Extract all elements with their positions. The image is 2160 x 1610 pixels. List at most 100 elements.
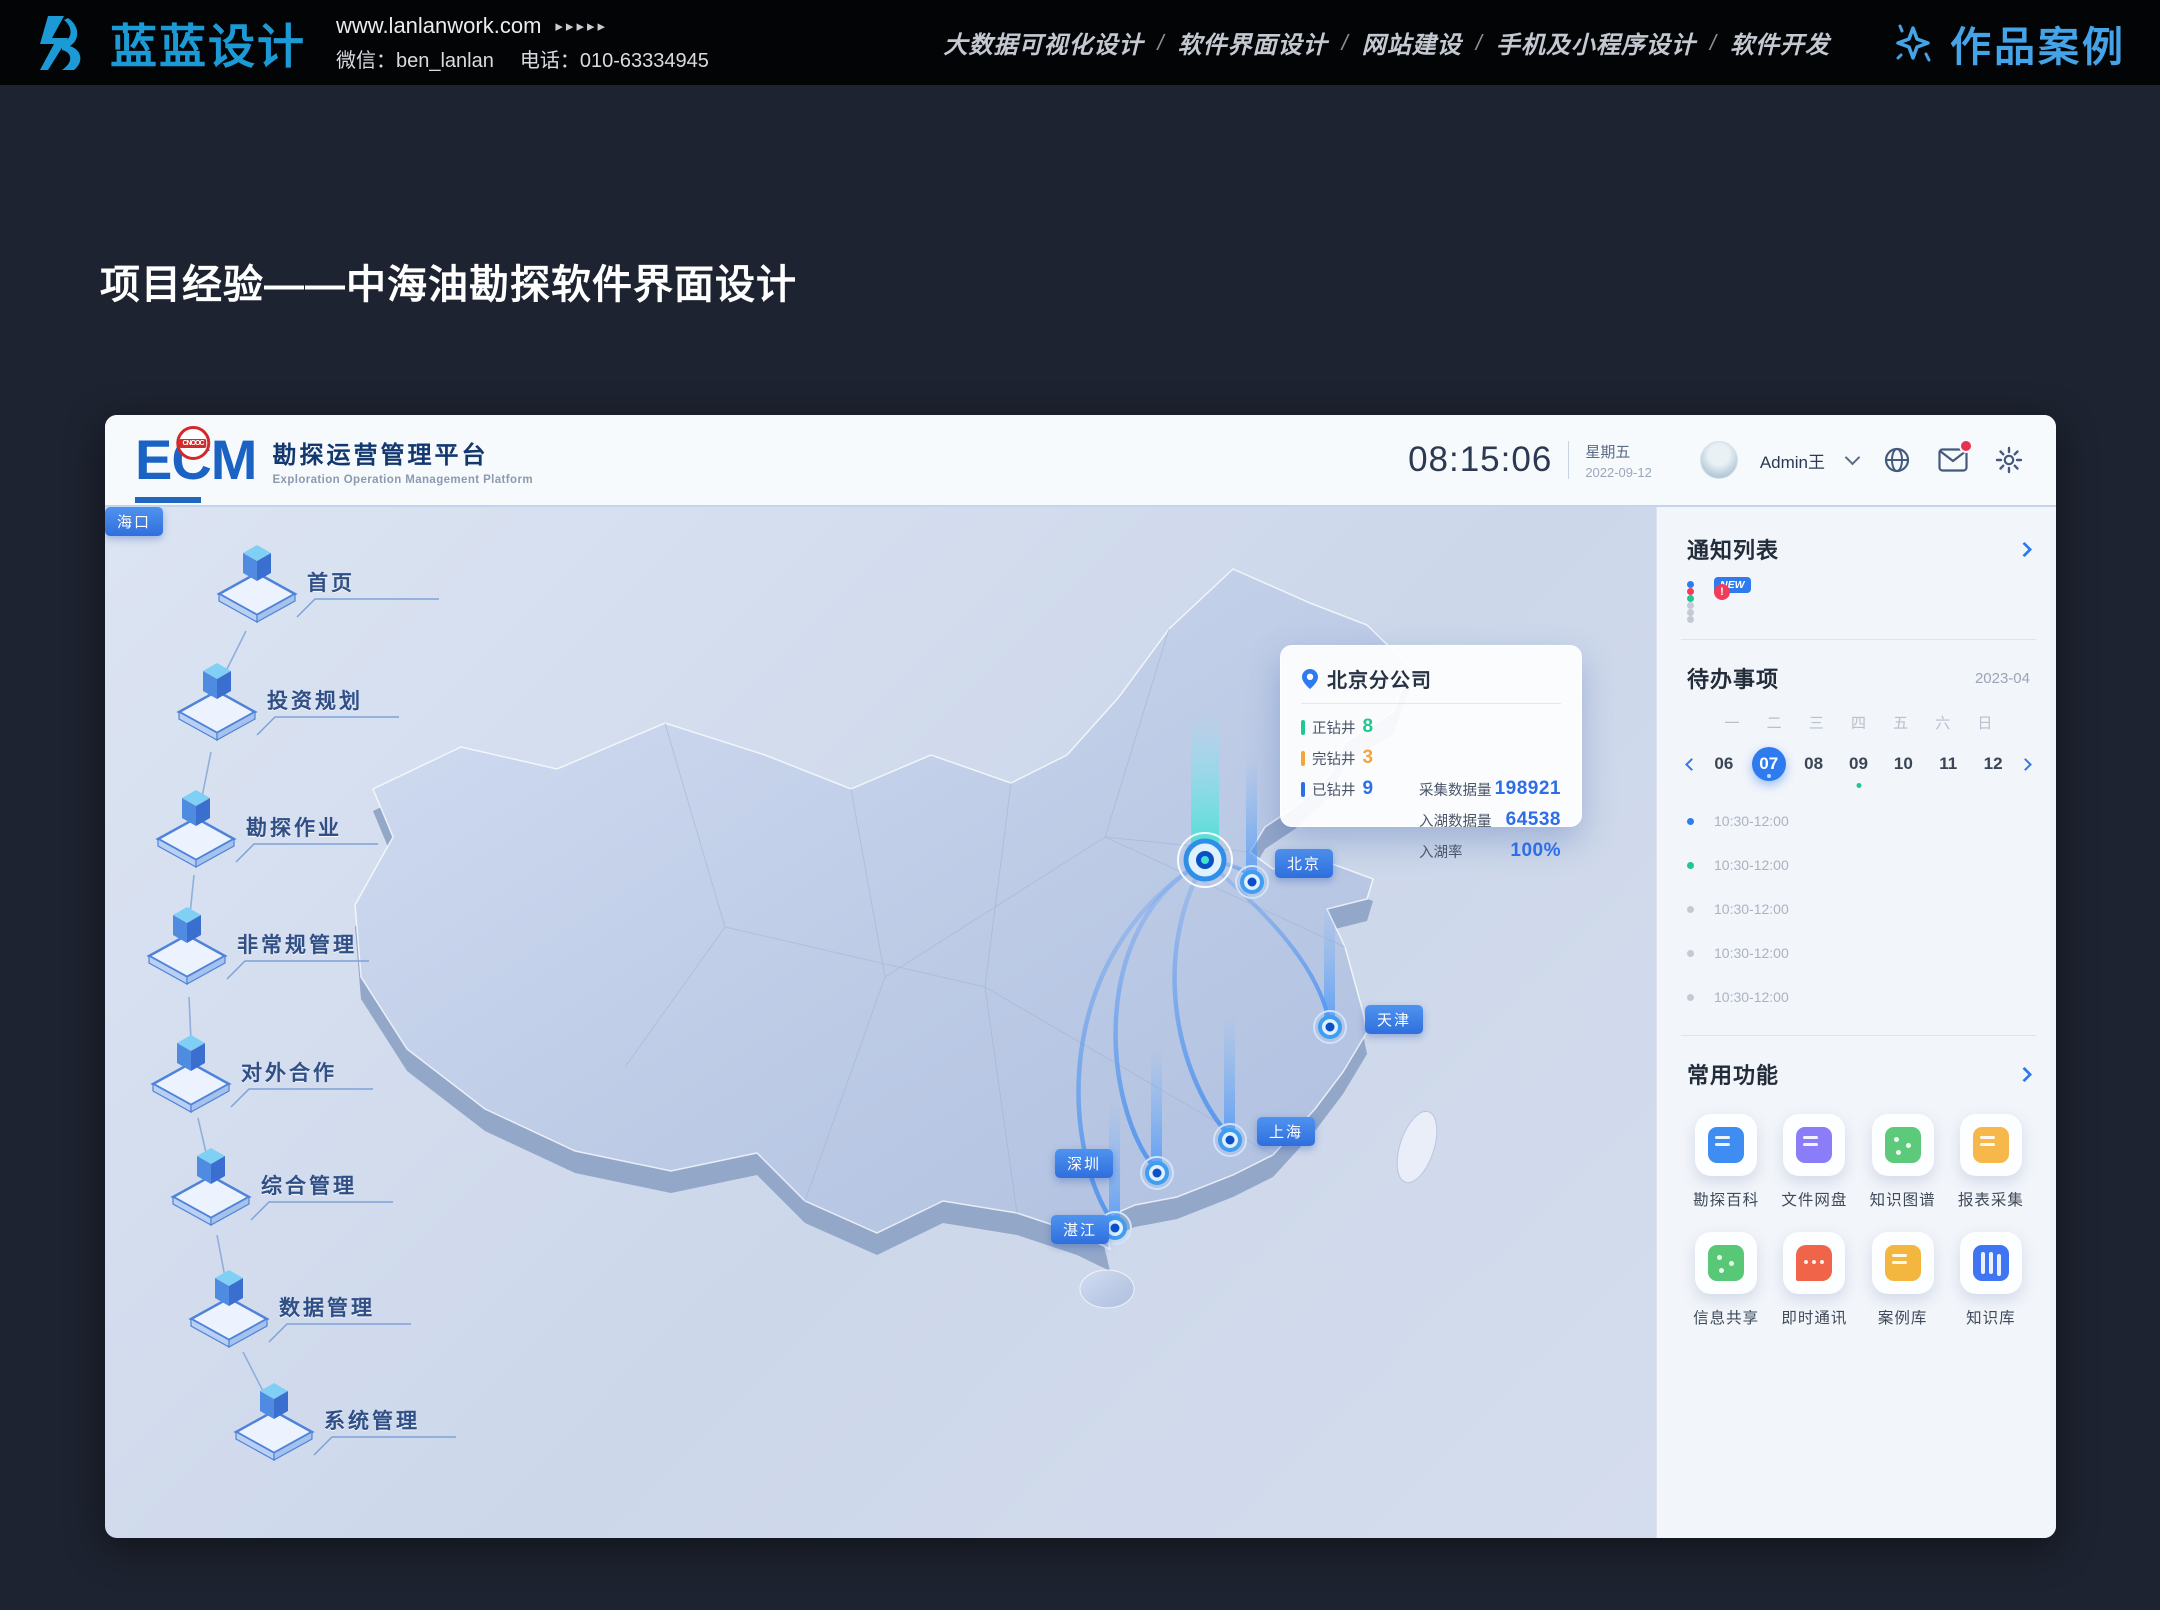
todo-time: 10:30-12:00 bbox=[1714, 989, 1789, 1005]
calendar-date[interactable]: 06 bbox=[1707, 747, 1741, 781]
nav-item[interactable]: 网站建设 bbox=[1362, 25, 1462, 60]
function-shortcut[interactable]: 勘探百科 bbox=[1687, 1114, 1765, 1210]
weekday-label: 二 bbox=[1757, 712, 1791, 733]
todo-item[interactable]: BZ-13-1-A7井测试地质设计决策会 10:30-12:00 bbox=[1687, 975, 1694, 1019]
todo-time: 10:30-12:00 bbox=[1714, 901, 1789, 917]
notification-item[interactable]: BZ-13-1-A7井测试地质设计决策会16日14点开始! bbox=[1687, 595, 1694, 602]
function-tile bbox=[1783, 1232, 1845, 1294]
sidebar-item[interactable]: 非常规管理 bbox=[143, 899, 357, 985]
weekday-label: 三 bbox=[1799, 712, 1833, 733]
user-avatar[interactable] bbox=[1700, 441, 1738, 479]
wechat-label: 微信：ben_lanlan bbox=[336, 44, 494, 73]
function-shortcut[interactable]: 信息共享 bbox=[1687, 1232, 1765, 1328]
mail-icon[interactable] bbox=[1936, 443, 1970, 477]
contact-block: www.lanlanwork.com ▸▸▸▸▸ 微信：ben_lanlan 电… bbox=[336, 13, 709, 73]
calendar-date[interactable]: 09 bbox=[1842, 747, 1876, 781]
sidebar-item[interactable]: 系统管理 bbox=[230, 1375, 420, 1461]
function-label: 知识库 bbox=[1966, 1306, 2016, 1328]
notifications-more-icon[interactable] bbox=[2017, 541, 2033, 557]
platform-3d-icon bbox=[213, 537, 301, 623]
todo-item[interactable]: BZ-13-1-A7井测试地质设计决策会 10:30-12:00 bbox=[1687, 931, 1694, 975]
function-tile bbox=[1695, 1114, 1757, 1176]
data-metric-label: 采集数据量 bbox=[1419, 779, 1492, 800]
label-connector bbox=[223, 953, 373, 983]
function-shortcut[interactable]: 报表采集 bbox=[1952, 1114, 2030, 1210]
well-stat-value: 8 bbox=[1363, 716, 1374, 738]
functions-more-icon[interactable] bbox=[2017, 1066, 2033, 1082]
data-metric-value: 198921 bbox=[1495, 778, 1561, 800]
logo-underline bbox=[135, 497, 201, 503]
calendar-next-icon[interactable] bbox=[2019, 758, 2032, 771]
page-title: 项目经验——中海油勘探软件界面设计 bbox=[100, 252, 797, 310]
label-connector bbox=[253, 709, 403, 739]
notification-item[interactable]: 通知：BZ-13-1-A7井测试地质设 bbox=[1687, 609, 1694, 616]
calendar-date[interactable]: 07 bbox=[1752, 747, 1786, 781]
platform-name-en: Exploration Operation Management Platfor… bbox=[272, 474, 533, 486]
function-app-icon bbox=[1885, 1127, 1921, 1163]
user-name[interactable]: Admin王 bbox=[1760, 448, 1825, 473]
nav-item[interactable]: 软件开发 bbox=[1730, 25, 1830, 60]
function-tile bbox=[1872, 1232, 1934, 1294]
function-shortcut[interactable]: 知识图谱 bbox=[1864, 1114, 1942, 1210]
todo-item[interactable]: BZ-13-1-A7井测试地质设计决策会 10:30-12:00 bbox=[1687, 887, 1694, 931]
todo-time: 10:30-12:00 bbox=[1714, 813, 1789, 829]
sidebar-item[interactable]: 综合管理 bbox=[167, 1140, 357, 1226]
clock: 08:15:06 星期五 2022-09-12 bbox=[1408, 440, 1652, 480]
todo-item[interactable]: BZ-13-1-A7井测试地质设计决策会... 10:30-12:00 bbox=[1687, 799, 1694, 843]
sidebar-item[interactable]: 首页 bbox=[213, 537, 355, 623]
weekday-label: 五 bbox=[1884, 712, 1918, 733]
todo-title: 待办事项 bbox=[1687, 662, 1779, 694]
brand[interactable]: 蓝蓝设计 bbox=[34, 8, 306, 77]
function-label: 知识图谱 bbox=[1870, 1188, 1936, 1210]
function-shortcut[interactable]: 知识库 bbox=[1952, 1232, 2030, 1328]
function-shortcut[interactable]: 文件网盘 bbox=[1775, 1114, 1853, 1210]
function-tile bbox=[1695, 1232, 1757, 1294]
data-metric-label: 入湖数据量 bbox=[1419, 810, 1492, 831]
settings-gear-icon[interactable] bbox=[1992, 443, 2026, 477]
notification-item[interactable]: 重要通知：BZ-13-1-A7井测试地质设计决策会16日14... bbox=[1687, 616, 1694, 623]
sidebar-item[interactable]: 数据管理 bbox=[185, 1262, 375, 1348]
notification-item[interactable]: 重要通知：BZ-13-1-A7井测试地质设计决策会16日14... bbox=[1687, 602, 1694, 609]
chevron-down-icon[interactable] bbox=[1845, 449, 1861, 465]
functions-grid: 勘探百科 文件网盘 知识图谱 报表采集 bbox=[1687, 1114, 2030, 1328]
clock-time: 08:15:06 bbox=[1408, 440, 1552, 480]
portfolio-link[interactable]: 作品案例 bbox=[1890, 13, 2126, 73]
notification-item[interactable]: 关于用举办井测试地质设计决策会 ! bbox=[1687, 588, 1694, 595]
nav-item[interactable]: 手机及小程序设计 bbox=[1496, 25, 1696, 60]
site-url[interactable]: www.lanlanwork.com bbox=[336, 13, 541, 39]
todo-item[interactable]: BZ-13-1-A7井测试地质设计决策会... 10:30-12:00 bbox=[1687, 843, 1694, 887]
todo-time: 10:30-12:00 bbox=[1714, 857, 1789, 873]
calendar-weekdays: 一二三四五六日 bbox=[1687, 712, 2030, 733]
weekday-label: 四 bbox=[1841, 712, 1875, 733]
function-app-icon bbox=[1973, 1245, 2009, 1281]
function-label: 报表采集 bbox=[1958, 1188, 2024, 1210]
sidebar-item[interactable]: 对外合作 bbox=[147, 1027, 337, 1113]
top-nav: 大数据可视化设计/软件界面设计/网站建设/手机及小程序设计/软件开发 bbox=[944, 25, 1831, 60]
alert-badge-icon: ! bbox=[1714, 584, 1730, 600]
label-connector bbox=[293, 591, 443, 621]
function-app-icon bbox=[1885, 1245, 1921, 1281]
label-connector bbox=[265, 1316, 415, 1346]
function-shortcut[interactable]: 即时通讯 bbox=[1775, 1232, 1853, 1328]
well-stat-label: 正钻井 bbox=[1312, 717, 1356, 738]
well-stat-row: 已钻井 9 bbox=[1301, 778, 1419, 800]
notification-item[interactable]: BZ-13-1-A7井测试地质设计决策会16日14点开始 NEW bbox=[1687, 581, 1694, 588]
sidebar-item[interactable]: 勘探作业 bbox=[152, 782, 342, 868]
site-header: 蓝蓝设计 www.lanlanwork.com ▸▸▸▸▸ 微信：ben_lan… bbox=[0, 0, 2160, 85]
platform-3d-icon bbox=[167, 1140, 255, 1226]
portfolio-label: 作品案例 bbox=[1950, 13, 2126, 73]
mail-badge bbox=[1959, 439, 1973, 453]
calendar-date[interactable]: 08 bbox=[1797, 747, 1831, 781]
calendar-date[interactable]: 12 bbox=[1976, 747, 2010, 781]
nav-item[interactable]: 软件界面设计 bbox=[1178, 25, 1328, 60]
function-shortcut[interactable]: 案例库 bbox=[1864, 1232, 1942, 1328]
nav-item[interactable]: 大数据可视化设计 bbox=[944, 25, 1144, 60]
calendar-date[interactable]: 11 bbox=[1931, 747, 1965, 781]
sidebar-item[interactable]: 投资规划 bbox=[173, 655, 363, 741]
calendar-date[interactable]: 10 bbox=[1886, 747, 1920, 781]
calendar-prev-icon[interactable] bbox=[1685, 758, 1698, 771]
function-tile bbox=[1960, 1114, 2022, 1176]
label-connector bbox=[247, 1194, 397, 1224]
globe-icon[interactable] bbox=[1880, 443, 1914, 477]
status-dot bbox=[1687, 994, 1694, 1001]
